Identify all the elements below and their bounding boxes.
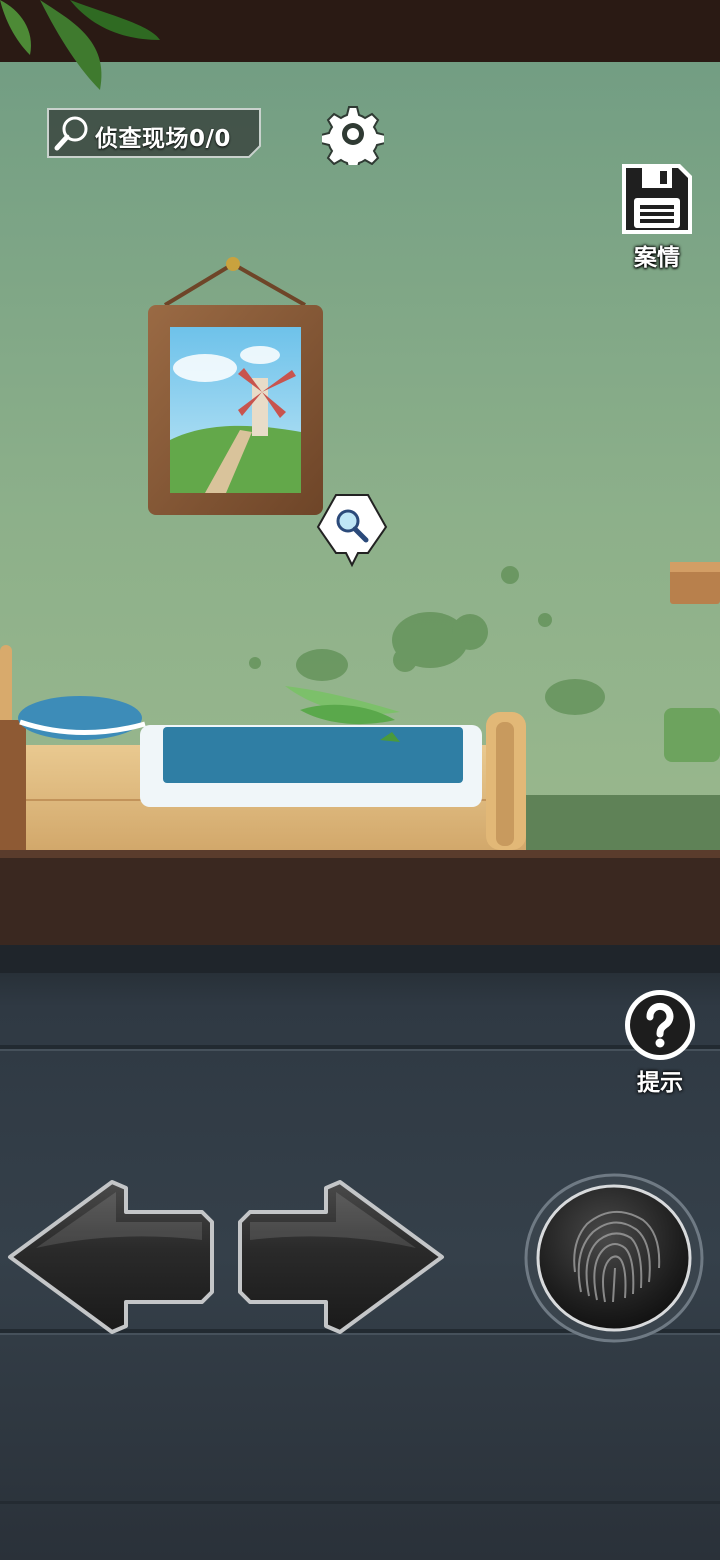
- game-scene: 侦查现场0/0 案情: [0, 0, 720, 945]
- question-icon: [625, 990, 695, 1060]
- case-button[interactable]: 案情: [618, 160, 696, 271]
- fingerprint-button[interactable]: [523, 1172, 705, 1344]
- scene-progress-label: 侦查现场0/0: [95, 126, 231, 152]
- scene-search-counter: 侦查现场0/0: [47, 108, 261, 158]
- hint-button[interactable]: 提示: [620, 987, 700, 1097]
- clue-marker[interactable]: [316, 493, 388, 569]
- floppy-disk-icon: [622, 164, 692, 234]
- arrow-right-icon[interactable]: [236, 1178, 446, 1336]
- hint-label: 提示: [637, 1070, 683, 1096]
- magnifier-icon: [54, 116, 88, 151]
- arrow-left-icon[interactable]: [6, 1178, 216, 1336]
- gear-icon[interactable]: [322, 103, 384, 165]
- case-label: 案情: [634, 245, 680, 271]
